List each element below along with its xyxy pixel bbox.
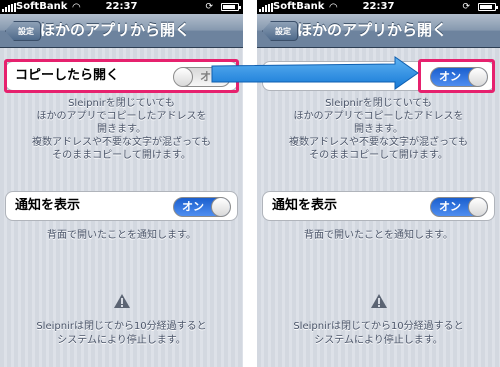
transition-arrow-icon [211, 56, 419, 90]
